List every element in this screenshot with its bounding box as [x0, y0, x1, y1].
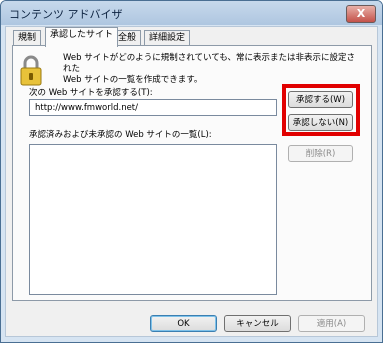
tab-advanced[interactable]: 詳細設定: [144, 30, 191, 46]
lock-icon: [20, 55, 42, 86]
tab-approved-sites[interactable]: 承認したサイト: [45, 27, 119, 47]
title-bar[interactable]: コンテンツ アドバイザ X: [1, 1, 382, 25]
ok-button[interactable]: OK: [150, 315, 217, 332]
window-title: コンテンツ アドバイザ: [9, 8, 123, 21]
apply-button[interactable]: 適用(A): [298, 315, 365, 332]
close-button[interactable]: X: [346, 5, 376, 23]
site-list[interactable]: [29, 144, 277, 295]
allow-site-label: 次の Web サイトを承認する(T):: [29, 88, 153, 98]
cancel-button[interactable]: キャンセル: [224, 315, 291, 332]
highlight-box: [282, 84, 360, 136]
description-text: Web サイトがどのように規制されていても、常に表示または非表示に設定された W…: [63, 53, 363, 86]
tab-ratings[interactable]: 規制: [13, 30, 42, 46]
description-line-1: Web サイトがどのように規制されていても、常に表示または非表示に設定された: [63, 53, 356, 74]
site-list-label: 承認済みおよび未承認の Web サイトの一覧(L):: [29, 130, 212, 140]
remove-button[interactable]: 削除(R): [288, 145, 353, 162]
url-input[interactable]: http://www.fmworld.net/: [29, 99, 277, 116]
